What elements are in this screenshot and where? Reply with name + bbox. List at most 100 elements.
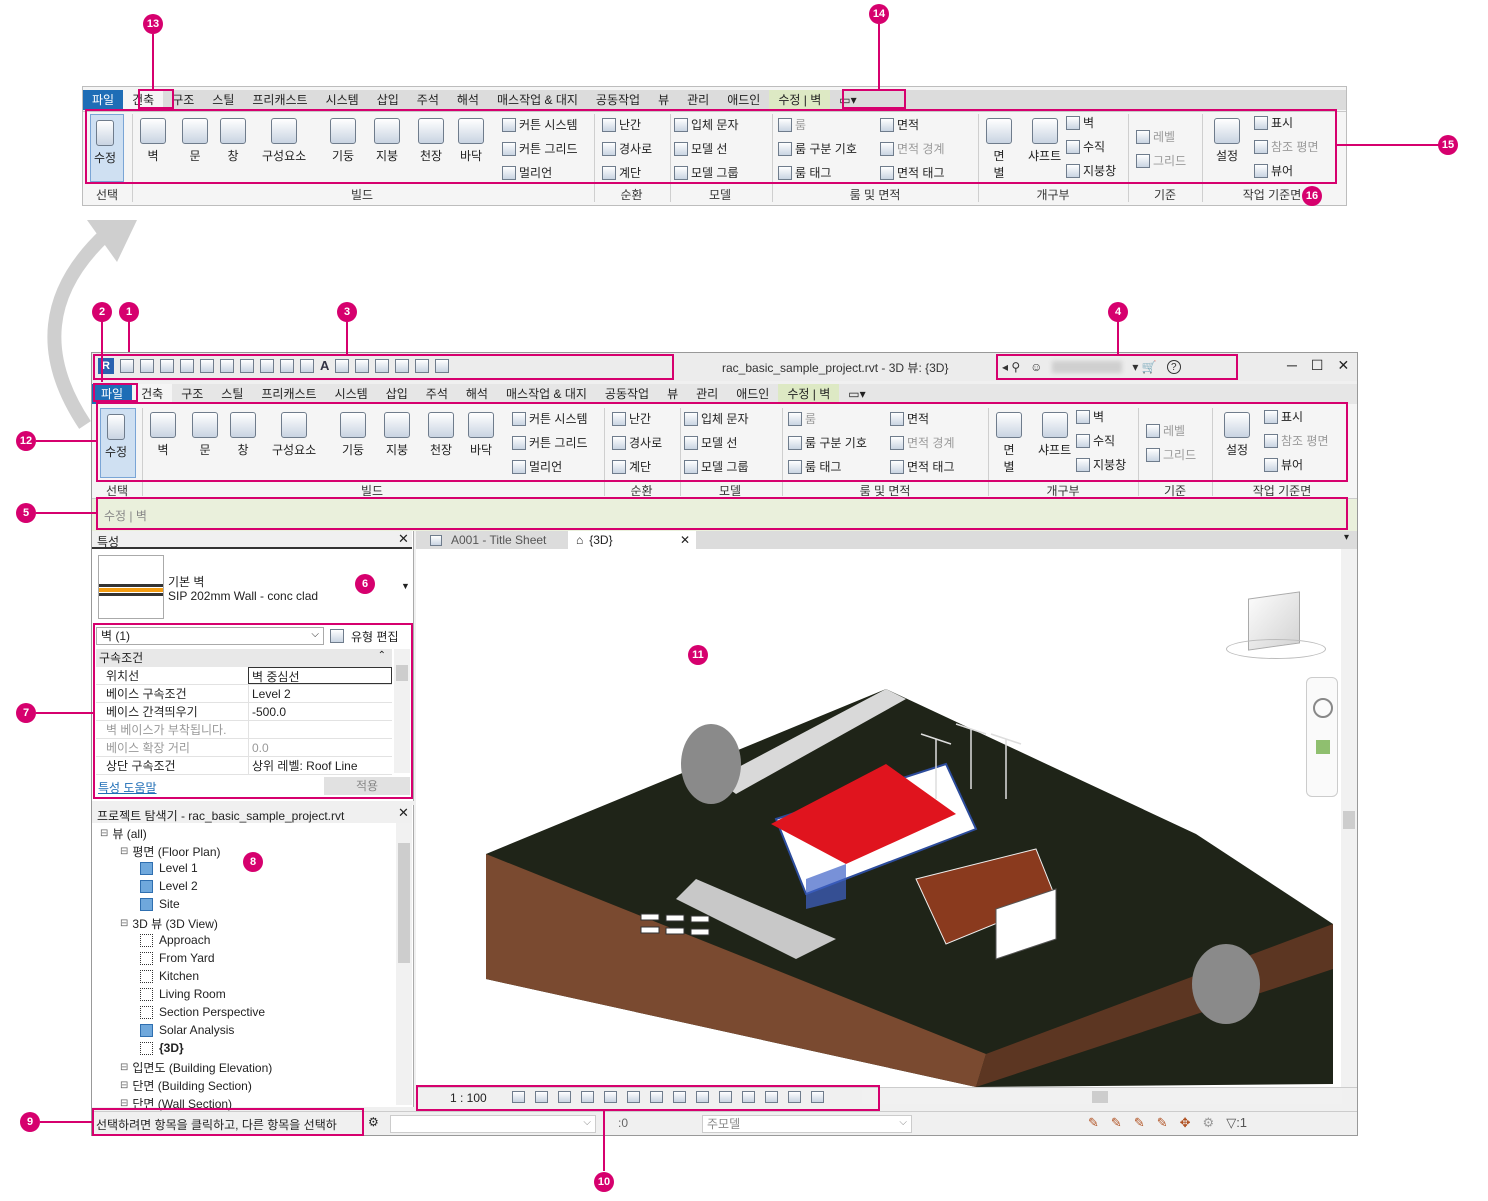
model-1[interactable]: 모델 선	[674, 140, 727, 157]
tree-item[interactable]: Approach	[140, 933, 210, 947]
datum-0[interactable]: 레벨	[1136, 128, 1175, 145]
crop-icon[interactable]	[627, 1091, 640, 1103]
view-scrollbar-h[interactable]	[862, 1090, 1342, 1104]
redo-icon[interactable]	[200, 358, 214, 373]
tab-3d-view[interactable]: ⌂ {3D} ✕	[568, 531, 696, 549]
tree-item[interactable]: ⊟ 입면도 (Building Elevation)	[120, 1059, 272, 1076]
room-b-1[interactable]: 면적 경계	[880, 140, 945, 157]
user-icon[interactable]: ☺	[1030, 360, 1042, 374]
text-icon[interactable]: A	[320, 358, 329, 373]
navigation-bar[interactable]	[1306, 677, 1338, 797]
datum-0[interactable]: 레벨	[1146, 422, 1185, 439]
tab-7[interactable]: 주석	[408, 90, 448, 110]
highlight-icon[interactable]	[765, 1091, 778, 1103]
tab-12[interactable]: 관리	[687, 384, 727, 404]
circ-1[interactable]: 경사로	[612, 434, 662, 451]
switch-windows-icon[interactable]	[415, 358, 430, 373]
property-value[interactable]: 벽 중심선	[248, 667, 392, 684]
property-value[interactable]: Level 2	[248, 685, 392, 702]
tag-icon[interactable]	[260, 358, 274, 373]
instance-selector[interactable]: 벽 (1) ⌵	[96, 627, 324, 645]
drawing-area[interactable]	[416, 549, 1357, 1087]
apply-button[interactable]: 적용	[324, 777, 410, 795]
opening-0[interactable]: 면 별	[986, 118, 1012, 181]
build-small-2[interactable]: 멀리언	[512, 458, 562, 475]
tree-item[interactable]: ⊟ 단면 (Wall Section)	[120, 1095, 232, 1112]
tree-item[interactable]: From Yard	[140, 951, 215, 965]
room-b-2[interactable]: 면적 태그	[890, 458, 955, 475]
properties-scrollbar[interactable]	[394, 649, 410, 773]
property-value[interactable]: -500.0	[248, 703, 392, 720]
circ-0[interactable]: 난간	[612, 410, 651, 427]
room-b-2[interactable]: 면적 태그	[880, 164, 945, 181]
properties-close-icon[interactable]: ✕	[398, 531, 409, 547]
unlock-3d-icon[interactable]	[673, 1091, 686, 1103]
visual-style-icon[interactable]	[535, 1091, 548, 1103]
build-1[interactable]: 문	[192, 412, 218, 458]
help-icon[interactable]: ?	[1166, 360, 1181, 374]
tab-6[interactable]: 삽입	[377, 384, 417, 404]
temp-hide-icon[interactable]	[696, 1091, 709, 1103]
build-small-0[interactable]: 커튼 시스템	[502, 116, 578, 133]
model-0[interactable]: 입체 문자	[674, 116, 739, 133]
circ-2[interactable]: 계단	[602, 164, 641, 181]
build-2[interactable]: 창	[230, 412, 256, 458]
tab-close-icon[interactable]: ✕	[680, 533, 690, 547]
ribbon-minimize-icon[interactable]: ▭▾	[839, 384, 874, 404]
opening-small-0[interactable]: 벽	[1066, 114, 1094, 131]
dimension-icon[interactable]	[300, 358, 314, 373]
close-icon[interactable]: ✕	[1337, 357, 1349, 374]
maximize-icon[interactable]: ☐	[1311, 357, 1324, 374]
room-a-0[interactable]: 룸	[778, 116, 806, 133]
tab-2[interactable]: 구조	[172, 384, 212, 404]
render-icon[interactable]	[604, 1091, 617, 1103]
room-a-2[interactable]: 룸 태그	[778, 164, 831, 181]
build-4[interactable]: 기둥	[340, 412, 366, 458]
tab-14[interactable]: 수정 | 벽	[778, 384, 840, 404]
view-scrollbar-v[interactable]	[1341, 549, 1357, 1087]
type-selector-dropdown-icon[interactable]: ▼	[401, 581, 410, 591]
room-a-1[interactable]: 룸 구분 기호	[778, 140, 857, 157]
tabs-overflow-icon[interactable]: ▾	[1344, 532, 1349, 543]
measure-icon[interactable]	[280, 358, 294, 373]
model-1[interactable]: 모델 선	[684, 434, 737, 451]
opening-0[interactable]: 면 별	[996, 412, 1022, 475]
workplane-set[interactable]: 설정	[1214, 118, 1240, 164]
tree-item[interactable]: Section Perspective	[140, 1005, 265, 1019]
workplane-small-0[interactable]: 표시	[1264, 408, 1303, 425]
build-5[interactable]: 지붕	[384, 412, 410, 458]
viewcube-compass[interactable]	[1226, 639, 1326, 659]
tab-4[interactable]: 프리캐스트	[243, 90, 316, 110]
tree-item[interactable]: Level 2	[140, 879, 198, 893]
tab-10[interactable]: 공동작업	[596, 384, 658, 404]
tab-6[interactable]: 삽입	[368, 90, 408, 110]
search-icon[interactable]: ◂ ⚲	[1002, 360, 1020, 374]
tab-13[interactable]: 애드인	[727, 384, 778, 404]
workplane-set[interactable]: 설정	[1224, 412, 1250, 458]
opening-1[interactable]: 샤프트	[1038, 412, 1071, 458]
build-small-2[interactable]: 멀리언	[502, 164, 552, 181]
collapse-icon[interactable]	[811, 1091, 824, 1103]
workset-dropdown[interactable]: ⌵	[390, 1115, 596, 1133]
property-value[interactable]: 상위 레벨: Roof Line	[248, 757, 392, 774]
view-scale[interactable]: 1 : 100	[450, 1091, 487, 1105]
tab-7[interactable]: 주석	[417, 384, 457, 404]
build-small-1[interactable]: 커튼 그리드	[512, 434, 588, 451]
edit-type-button[interactable]: 유형 편집	[330, 627, 410, 645]
collapse-icon[interactable]: ⌃	[378, 650, 386, 661]
tree-item[interactable]: ⊟ 단면 (Building Section)	[120, 1077, 252, 1094]
tab-5[interactable]: 시스템	[326, 384, 377, 404]
tab-2[interactable]: 구조	[163, 90, 203, 110]
worksets-icon[interactable]: ⚙	[368, 1115, 379, 1129]
ribbon-minimize-icon[interactable]: ▭▾	[830, 90, 865, 110]
model-2[interactable]: 모델 그룹	[674, 164, 739, 181]
tab-title-sheet[interactable]: A001 - Title Sheet	[420, 531, 556, 549]
property-value[interactable]	[248, 721, 392, 738]
workplane-small-0[interactable]: 표시	[1254, 114, 1293, 131]
tree-item[interactable]: Level 1	[140, 861, 198, 875]
underlay-select-icon[interactable]: ✎	[1111, 1115, 1122, 1131]
circ-2[interactable]: 계단	[612, 458, 651, 475]
build-3[interactable]: 구성요소	[272, 412, 316, 458]
circ-1[interactable]: 경사로	[602, 140, 652, 157]
model-0[interactable]: 입체 문자	[684, 410, 749, 427]
